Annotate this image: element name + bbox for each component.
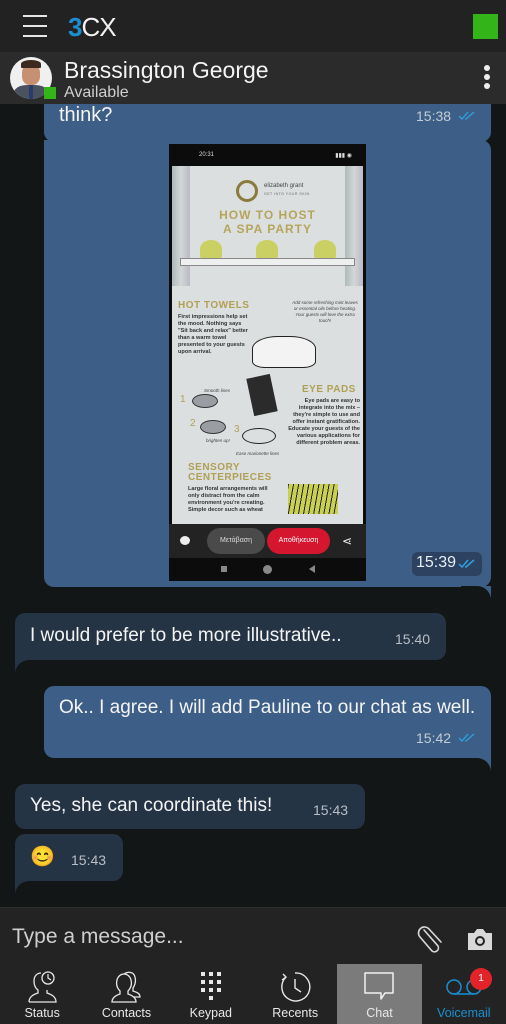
app-root: 3CX Brassington George Available think? … (0, 0, 506, 1024)
message-time: 15:42 (416, 730, 452, 746)
tab-label: Chat (366, 1006, 393, 1020)
message-incoming[interactable]: 😊 15:43 (15, 834, 123, 881)
tab-label: Keypad (189, 1006, 233, 1020)
share-icon: ⋖ (342, 534, 353, 548)
message-time: 15:38 (416, 108, 452, 124)
user-status-indicator[interactable] (473, 14, 498, 39)
recents-icon (281, 972, 311, 1002)
camera-icon[interactable] (466, 926, 494, 952)
presence-indicator (44, 87, 56, 99)
message-outgoing[interactable]: Ok.. I agree. I will add Pauline to our … (44, 686, 491, 758)
message-composer (0, 907, 506, 964)
message-time: 15:40 (395, 631, 431, 647)
chat-icon (364, 972, 395, 1000)
tab-status[interactable]: Status (0, 964, 84, 1024)
read-receipt-icon (458, 111, 475, 120)
tab-chat[interactable]: Chat (337, 964, 422, 1024)
comment-icon (180, 536, 190, 545)
read-receipt-icon (458, 733, 475, 742)
voicemail-badge: 1 (470, 968, 492, 990)
message-incoming[interactable]: I would prefer to be more illustrative..… (15, 613, 446, 660)
chat-messages[interactable]: think? 15:38 20:31 ▮▮▮ ◉ elizabeth grant… (0, 104, 506, 907)
keypad-icon (200, 972, 221, 1000)
tab-label: Voicemail (437, 1006, 491, 1020)
contact-status: Available (64, 84, 129, 101)
contacts-icon (111, 971, 142, 1003)
attachment-icon[interactable] (416, 924, 446, 954)
message-outgoing-image[interactable]: 20:31 ▮▮▮ ◉ elizabeth grant GET INTO YOU… (44, 140, 491, 587)
emoji-smile-icon: 😊 (30, 846, 55, 868)
status-icon (28, 971, 57, 1003)
tab-label: Recents (272, 1006, 319, 1020)
tab-label: Status (24, 1006, 60, 1020)
message-text: I would prefer to be more illustrative.. (30, 625, 342, 646)
message-text: Yes, she can coordinate this! (30, 795, 273, 816)
read-receipt-icon (458, 559, 475, 569)
message-time-pill: 15:39 (412, 552, 482, 576)
message-input[interactable] (12, 920, 392, 954)
brand-logo-icon (236, 180, 258, 202)
message-incoming[interactable]: Yes, she can coordinate this! 15:43 (15, 784, 365, 829)
top-bar: 3CX (0, 0, 506, 52)
tab-keypad[interactable]: Keypad (169, 964, 253, 1024)
app-logo: 3CX (68, 12, 117, 42)
spa-party-infographic: elizabeth grant GET INTO YOUR SKIN HOW T… (172, 166, 363, 524)
message-outgoing[interactable]: think? 15:38 (44, 104, 491, 142)
message-time: 15:43 (313, 802, 349, 818)
hamburger-menu-icon[interactable] (23, 15, 47, 37)
save-button: Αποθήκευση (267, 528, 330, 554)
tab-label: Contacts (101, 1006, 152, 1020)
tab-voicemail[interactable]: Voicemail (422, 964, 506, 1024)
tab-contacts[interactable]: Contacts (84, 964, 168, 1024)
bottom-navigation: Status Contacts Keypad Recents Chat Voic… (0, 964, 506, 1024)
contact-header: Brassington George Available (0, 52, 506, 104)
message-time: 15:39 (416, 554, 457, 571)
contact-name: Brassington George (64, 57, 269, 83)
message-text: Ok.. I agree. I will add Pauline to our … (59, 697, 476, 718)
message-time: 15:43 (71, 852, 107, 868)
goto-button: Μετάβαση (207, 528, 265, 554)
more-options-icon[interactable] (484, 65, 492, 91)
tab-recents[interactable]: Recents (253, 964, 337, 1024)
message-text: think? (59, 104, 113, 126)
image-attachment[interactable]: 20:31 ▮▮▮ ◉ elizabeth grant GET INTO YOU… (169, 144, 366, 581)
